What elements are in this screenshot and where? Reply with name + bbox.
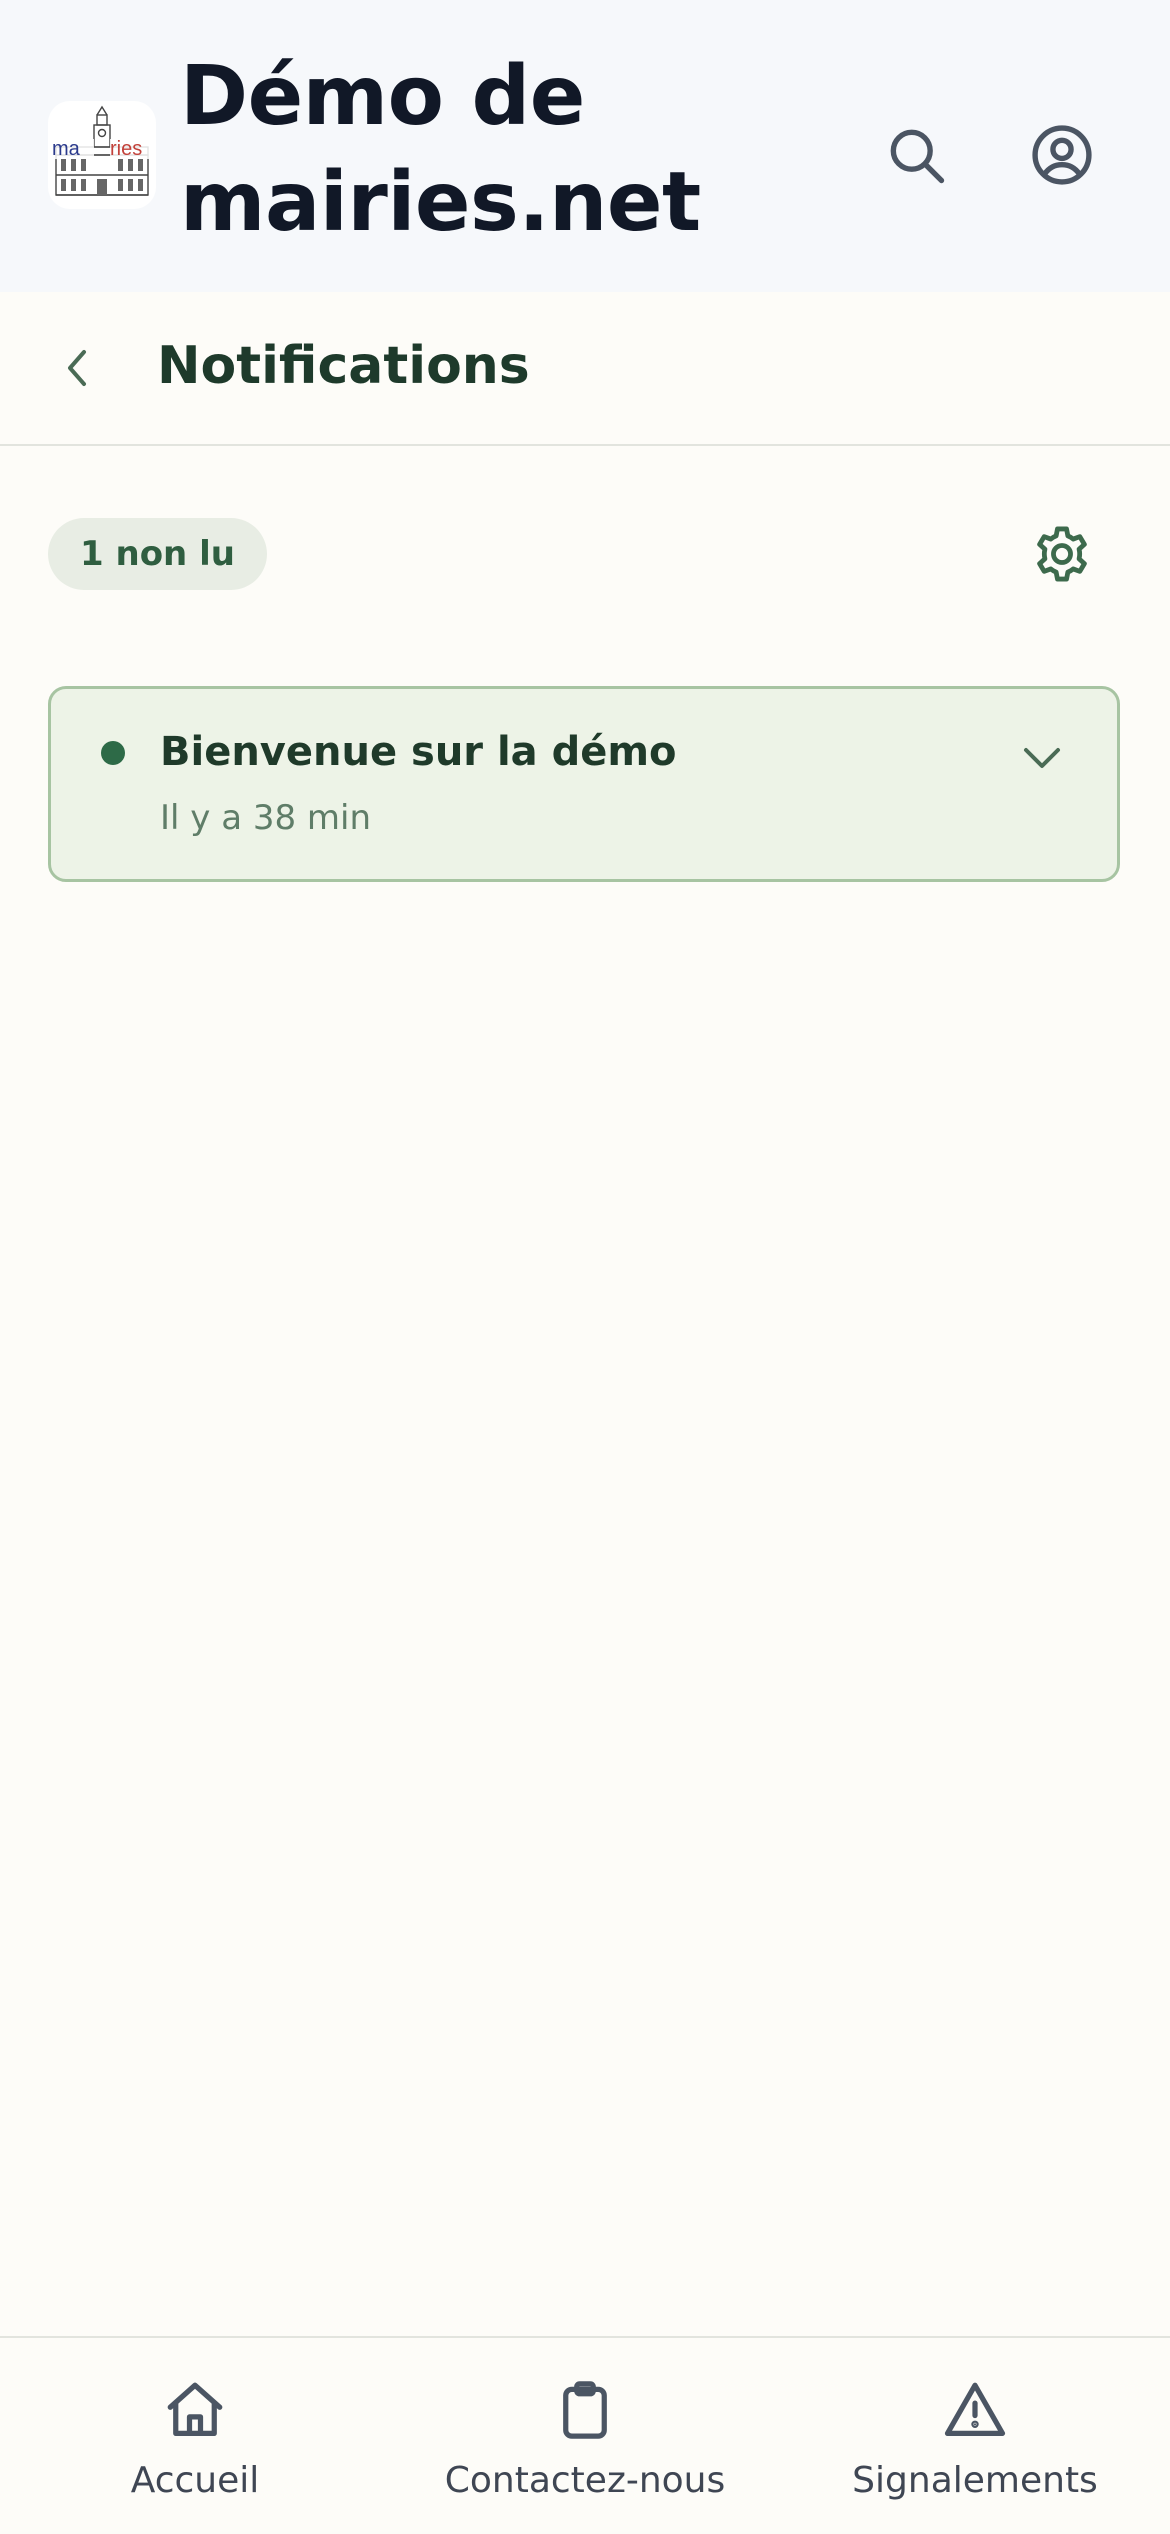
logo-text-left: ma bbox=[52, 138, 81, 160]
app-title: Démo de mairies.net bbox=[180, 49, 701, 250]
nav-item-accueil[interactable]: Accueil bbox=[0, 2338, 390, 2534]
unread-count-badge: 1 non lu bbox=[48, 518, 267, 590]
warning-icon bbox=[944, 2382, 1006, 2436]
notification-item[interactable]: Bienvenue sur la démo Il y a 38 min bbox=[48, 686, 1120, 882]
clipboard-icon bbox=[563, 2381, 607, 2439]
home-icon bbox=[167, 2382, 223, 2436]
chevron-down-icon bbox=[1024, 748, 1060, 768]
back-button[interactable] bbox=[44, 334, 112, 402]
notification-settings-button[interactable] bbox=[1024, 516, 1100, 592]
nav-item-contactez-nous[interactable]: Contactez-nous bbox=[390, 2338, 780, 2534]
bottom-navigation: Accueil Contactez-nous Signalements bbox=[0, 2336, 1170, 2534]
gear-icon bbox=[1037, 526, 1087, 582]
notification-timestamp: Il y a 38 min bbox=[160, 798, 372, 838]
user-circle-icon bbox=[1032, 125, 1092, 185]
app-logo: ma ries bbox=[48, 101, 156, 209]
search-icon bbox=[890, 129, 945, 184]
chevron-left-icon bbox=[68, 350, 86, 386]
account-button[interactable] bbox=[1024, 117, 1100, 193]
nav-item-signalements[interactable]: Signalements bbox=[780, 2338, 1170, 2534]
page-title: Notifications bbox=[157, 336, 530, 396]
page-bar: Notifications bbox=[0, 292, 1170, 446]
nav-label-contactez-nous: Contactez-nous bbox=[444, 2460, 726, 2501]
notification-title: Bienvenue sur la démo bbox=[160, 729, 677, 775]
expand-notification-button[interactable] bbox=[1011, 727, 1073, 789]
unread-indicator-dot bbox=[101, 741, 125, 765]
nav-label-accueil: Accueil bbox=[130, 2460, 260, 2501]
nav-label-signalements: Signalements bbox=[852, 2460, 1098, 2501]
app-header: ma ries Démo de mairies.net bbox=[0, 0, 1170, 292]
logo-text-right: ries bbox=[110, 138, 142, 160]
search-button[interactable] bbox=[878, 117, 954, 193]
